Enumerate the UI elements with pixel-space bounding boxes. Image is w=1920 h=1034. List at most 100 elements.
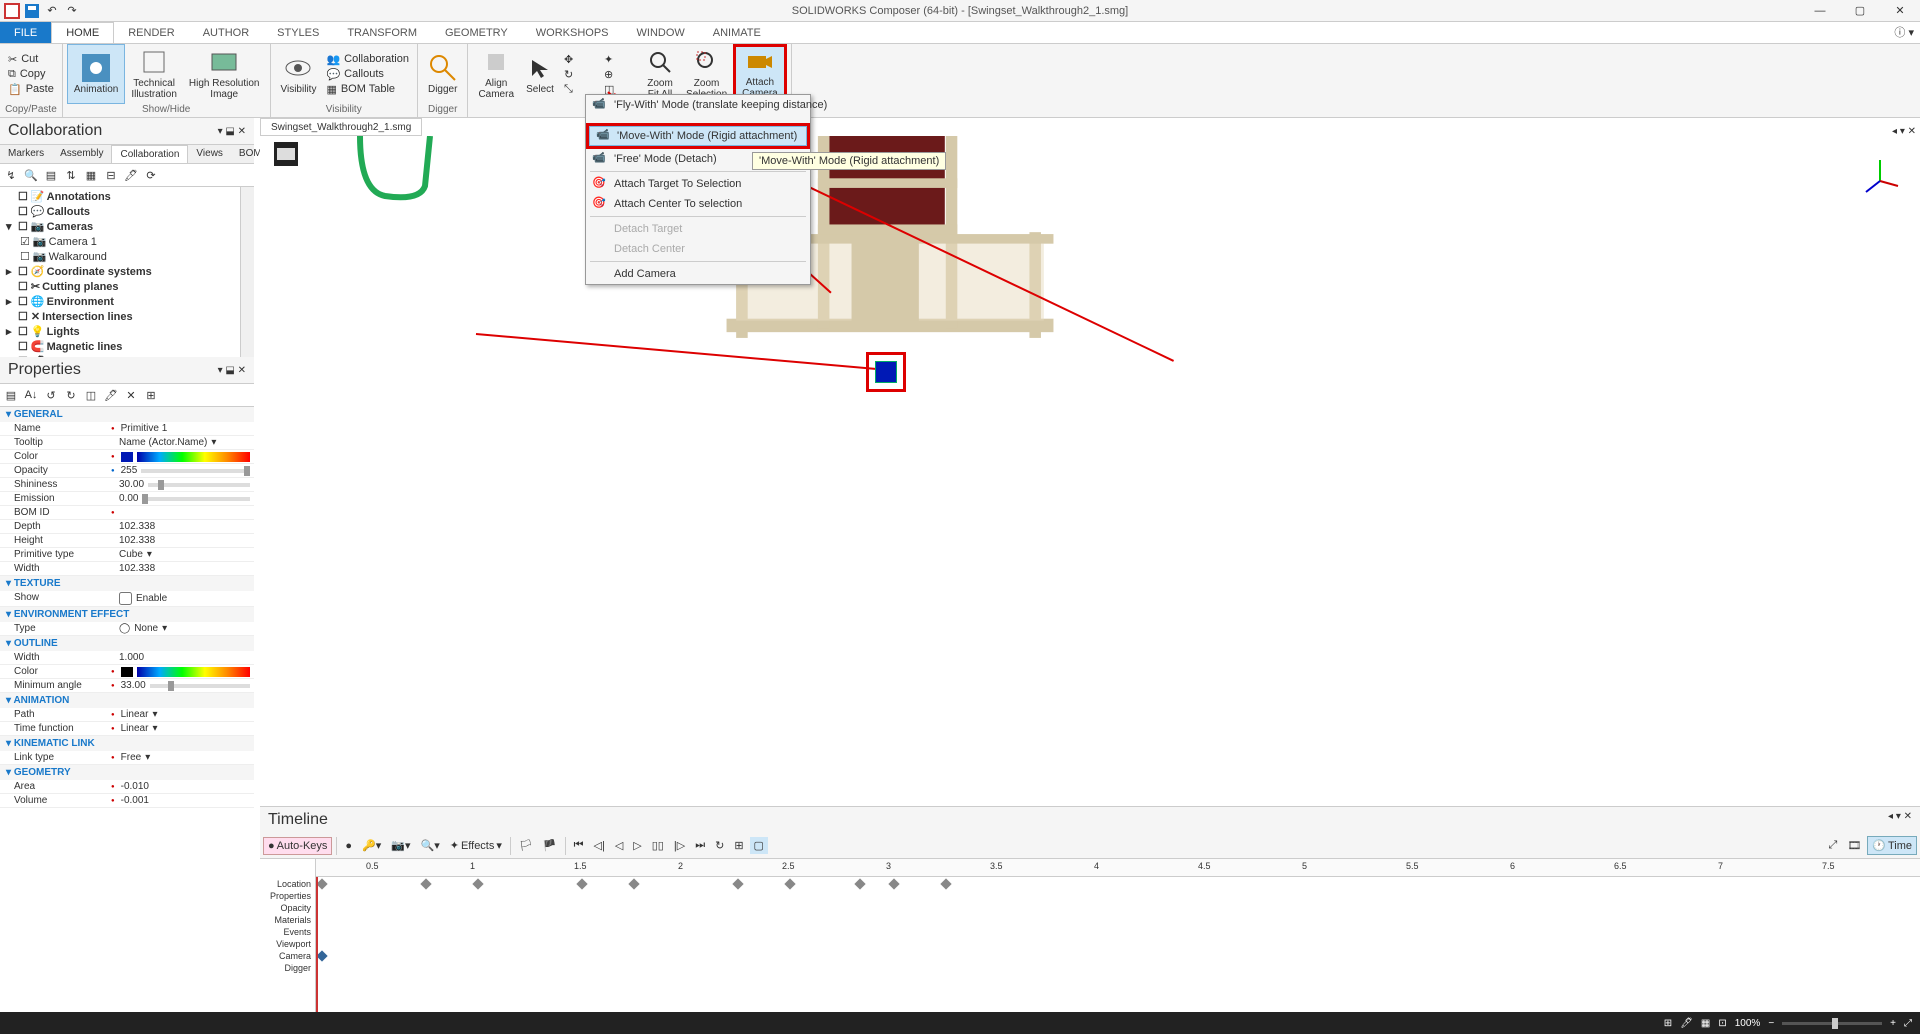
prop-minangle[interactable]: 33.00 (121, 680, 146, 691)
timeline-btn[interactable]: 🔑▾ (358, 837, 385, 854)
document-tab[interactable]: Swingset_Walkthrough2_1.smg (260, 118, 422, 136)
panel-controls[interactable]: ▾ ⬓ ✕ (218, 365, 246, 376)
section-texture[interactable]: ▾ TEXTURE (0, 576, 254, 591)
keyframe[interactable] (472, 878, 483, 889)
tab-author[interactable]: AUTHOR (189, 22, 263, 43)
toolbar-btn[interactable]: ▤ (42, 166, 60, 184)
toolbar-btn[interactable]: ⊞ (142, 386, 160, 404)
tab-views[interactable]: Views (188, 145, 231, 163)
panel-controls[interactable]: ▾ ⬓ ✕ (218, 126, 246, 137)
zoom-out-button[interactable]: − (1768, 1018, 1774, 1029)
toolbar-btn[interactable]: 🔍 (22, 166, 40, 184)
prop-tooltip[interactable]: Name (Actor.Name) (119, 437, 207, 448)
nav-tool-1[interactable]: ✥ (564, 53, 596, 66)
tree-cameras[interactable]: ▾☐ 📷 Cameras (2, 219, 252, 234)
tree-annotations[interactable]: ☐ 📝 Annotations (2, 189, 252, 204)
timeline-btn[interactable]: ⊞ (730, 837, 747, 854)
tree-camera1[interactable]: ☑ 📷 Camera 1 (2, 234, 252, 249)
file-menu[interactable]: FILE (0, 22, 51, 43)
prop-owidth[interactable]: 1.000 (119, 652, 144, 663)
time-button[interactable]: 🕐 Time (1867, 836, 1917, 855)
tab-render[interactable]: RENDER (114, 22, 188, 43)
add-camera[interactable]: Add Camera (586, 264, 810, 284)
prop-emission[interactable]: 0.00 (119, 493, 138, 504)
section-outline[interactable]: ▾ OUTLINE (0, 636, 254, 651)
timeline-ruler[interactable]: 0.511.522.533.544.555.566.577.588.599.51… (316, 859, 1920, 877)
select-button[interactable]: Select (520, 44, 560, 104)
timeline-btn[interactable]: ● (341, 838, 356, 854)
collaboration-toggle[interactable]: 👥 Collaboration (326, 53, 409, 66)
auto-keys-button[interactable]: ● Auto-Keys (263, 837, 332, 855)
toolbar-btn[interactable]: ↻ (62, 386, 80, 404)
toolbar-btn[interactable]: ↺ (42, 386, 60, 404)
timeline-btn[interactable]: 🏳 (515, 837, 537, 854)
prop-height[interactable]: 102.338 (119, 535, 155, 546)
tree-coords[interactable]: ▸☐ 🧭 Coordinate systems (2, 264, 252, 279)
toolbar-btn[interactable]: ✕ (122, 386, 140, 404)
status-icon[interactable]: ⤢ (1904, 1018, 1912, 1029)
prop-path[interactable]: Linear (121, 709, 149, 720)
move-with-mode[interactable]: 📹'Move-With' Mode (Rigid attachment) (589, 126, 807, 146)
section-animation[interactable]: ▾ ANIMATION (0, 693, 254, 708)
minimize-button[interactable]: — (1800, 0, 1840, 22)
keyframe[interactable] (732, 878, 743, 889)
tab-assembly[interactable]: Assembly (52, 145, 111, 163)
tab-home[interactable]: HOME (51, 22, 114, 43)
help-icon[interactable]: ⓘ ▾ (1894, 24, 1914, 40)
playhead[interactable] (316, 877, 318, 1012)
prop-depth[interactable]: 102.338 (119, 521, 155, 532)
toolbar-btn[interactable]: ↯ (2, 166, 20, 184)
keyframe[interactable] (940, 878, 951, 889)
cut-button[interactable]: ✂ Cut (8, 53, 54, 66)
goto-end-button[interactable]: ⏭ (691, 837, 709, 854)
timeline-btn[interactable]: ⤢ (1824, 837, 1841, 854)
prop-timefn[interactable]: Linear (121, 723, 149, 734)
toolbar-btn[interactable]: 🖊 (122, 166, 140, 184)
viewport-controls[interactable]: ◂ ▾ ✕ (1892, 126, 1916, 137)
timeline-btn[interactable]: ▢ (750, 837, 768, 854)
close-button[interactable]: ✕ (1880, 0, 1920, 22)
status-icon[interactable]: 🖊 (1680, 1018, 1693, 1029)
play-button[interactable]: ▷ (629, 837, 645, 854)
bom-table-toggle[interactable]: ▦ BOM Table (326, 83, 409, 96)
animation-button[interactable]: Animation (67, 44, 125, 104)
viewport[interactable]: ◂ ▾ ✕ (260, 136, 1920, 806)
color-rainbow[interactable] (137, 667, 250, 677)
attach-target-to-selection[interactable]: 🎯Attach Target To Selection (586, 174, 810, 194)
paste-button[interactable]: 📋 Paste (8, 83, 54, 96)
copy-button[interactable]: ⧉ Copy (8, 68, 54, 81)
axis-gizmo[interactable] (1860, 156, 1900, 196)
prev-frame-button[interactable]: ◁| (589, 837, 608, 854)
prop-primtype[interactable]: Cube (119, 549, 143, 560)
toolbar-btn[interactable]: 🖊 (102, 386, 120, 404)
tab-geometry[interactable]: GEOMETRY (431, 22, 522, 43)
redo-icon[interactable]: ↷ (64, 3, 80, 19)
maximize-button[interactable]: ▢ (1840, 0, 1880, 22)
toolbar-btn[interactable]: A↓ (22, 386, 40, 404)
tab-animate[interactable]: ANIMATE (699, 22, 775, 43)
tree-environment[interactable]: ▸☐ 🌐 Environment (2, 294, 252, 309)
tab-styles[interactable]: STYLES (263, 22, 333, 43)
nav-tool-2[interactable]: ↻ (564, 68, 596, 81)
visibility-button[interactable]: Visibility (275, 44, 323, 104)
attach-center-to-selection[interactable]: 🎯Attach Center To selection (586, 194, 810, 214)
toolbar-btn[interactable]: ⊟ (102, 166, 120, 184)
track-area[interactable] (316, 877, 1920, 1012)
prop-name[interactable]: Primitive 1 (121, 423, 168, 434)
section-geometry[interactable]: ▾ GEOMETRY (0, 765, 254, 780)
stop-button[interactable]: ▯▯ (648, 837, 668, 854)
section-kinematic[interactable]: ▾ KINEMATIC LINK (0, 736, 254, 751)
goto-start-button[interactable]: ⏮ (570, 837, 588, 854)
prop-show[interactable] (119, 592, 132, 605)
keyframe[interactable] (784, 878, 795, 889)
nav-tool-5[interactable]: ⊕ (604, 68, 636, 81)
technical-illustration-button[interactable]: Technical Illustration (125, 44, 183, 104)
section-general[interactable]: ▾ GENERAL (0, 407, 254, 422)
keyframe[interactable] (576, 878, 587, 889)
prop-shininess[interactable]: 30.00 (119, 479, 144, 490)
prop-linktype[interactable]: Free (121, 752, 142, 763)
timeline-btn[interactable]: 📷▾ (387, 837, 414, 854)
keyframe[interactable] (854, 878, 865, 889)
color-rainbow[interactable] (137, 452, 250, 462)
align-camera-button[interactable]: Align Camera (472, 44, 520, 104)
